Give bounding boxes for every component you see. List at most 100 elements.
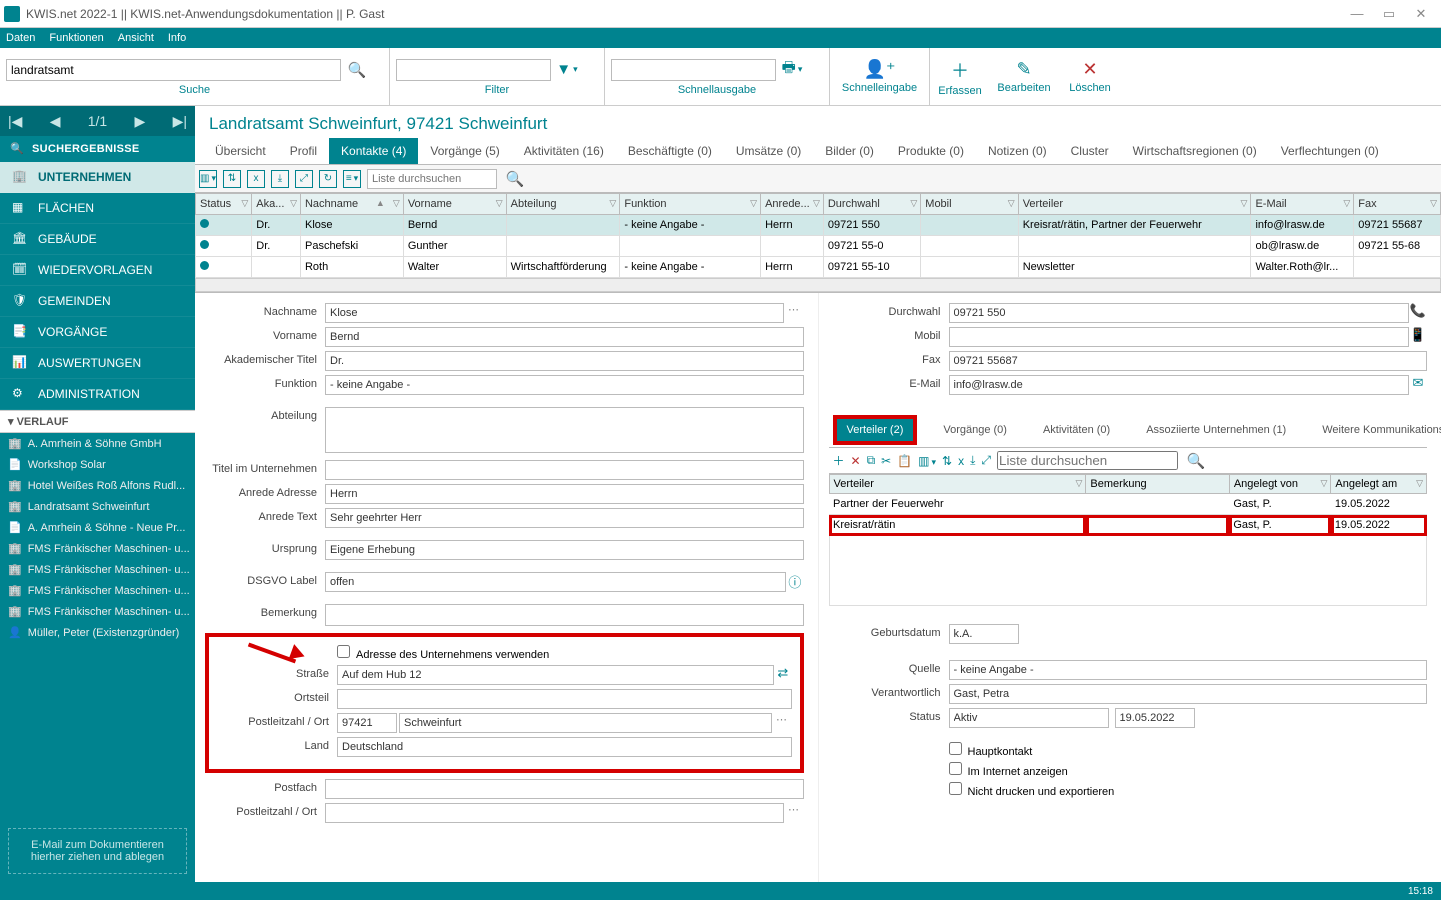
col-aka[interactable]: Aka...▽ — [252, 194, 301, 215]
tool-icon[interactable]: ⇅ — [942, 454, 952, 468]
sidebar-item-auswertungen[interactable]: 📊AUSWERTUNGEN — [0, 348, 195, 379]
list-search-input[interactable] — [367, 169, 497, 189]
pager-first[interactable]: |◀ — [8, 113, 22, 130]
history-item[interactable]: 🏢FMS Fränkischer Maschinen- u... — [0, 580, 195, 601]
durchwahl-input[interactable] — [949, 303, 1410, 323]
menu-info[interactable]: Info — [168, 32, 186, 44]
export-xls-icon[interactable]: x — [958, 454, 964, 468]
sidebar-item-gebaeude[interactable]: 🏛GEBÄUDE — [0, 224, 195, 255]
sidebar-item-gemeinden[interactable]: 🛡GEMEINDEN — [0, 286, 195, 317]
col-vorname[interactable]: Vorname▽ — [403, 194, 506, 215]
history-item[interactable]: 🏢FMS Fränkischer Maschinen- u... — [0, 559, 195, 580]
sidebar-item-vorgaenge[interactable]: 📑VORGÄNGE — [0, 317, 195, 348]
minimize-button[interactable]: — — [1341, 0, 1373, 28]
phone-icon[interactable]: 📱 — [1409, 327, 1427, 343]
subtab-verteiler[interactable]: Verteiler (2) — [837, 419, 914, 441]
noprint-checkbox[interactable] — [949, 782, 962, 795]
col-status[interactable]: Status▽ — [196, 194, 252, 215]
cut-icon[interactable]: ✂ — [881, 454, 891, 468]
subtab-vorgaenge[interactable]: Vorgänge (0) — [933, 419, 1017, 441]
status-input[interactable] — [949, 708, 1109, 728]
search-icon[interactable]: 🔍 — [345, 58, 369, 82]
menu-funktionen[interactable]: Funktionen — [49, 32, 103, 44]
menu-daten[interactable]: Daten — [6, 32, 35, 44]
tab-verflechtungen[interactable]: Verflechtungen (0) — [1269, 138, 1391, 164]
export-icon[interactable]: ⤓ — [970, 453, 975, 468]
postfach-input[interactable] — [325, 779, 804, 799]
internet-checkbox[interactable] — [949, 762, 962, 775]
col-bemerkung[interactable]: Bemerkung — [1086, 475, 1229, 494]
edit-icon[interactable]: ✎ — [1007, 59, 1041, 80]
more-icon[interactable]: ⋯ — [784, 303, 804, 316]
table-row[interactable]: Dr.PaschefskiGunther 09721 55-0ob@lrasw.… — [196, 236, 1441, 257]
tab-notizen[interactable]: Notizen (0) — [976, 138, 1059, 164]
ort-input[interactable] — [399, 713, 772, 733]
aka-input[interactable] — [325, 351, 804, 371]
delete-icon[interactable]: ✕ — [1073, 59, 1107, 80]
email-drop-zone[interactable]: E-Mail zum Dokumentieren hierher ziehen … — [8, 828, 187, 874]
history-item[interactable]: 👤Müller, Peter (Existenzgründer) — [0, 622, 195, 643]
col-nachname[interactable]: Nachname▲▽ — [300, 194, 403, 215]
history-item[interactable]: 🏢FMS Fränkischer Maschinen- u... — [0, 538, 195, 559]
verteiler-row-highlighted[interactable]: Kreisrat/rätinGast, P.19.05.2022 — [829, 515, 1427, 536]
col-mobil[interactable]: Mobil▽ — [921, 194, 1018, 215]
hauptkontakt-checkbox[interactable] — [949, 742, 962, 755]
history-item[interactable]: 📄A. Amrhein & Söhne - Neue Pr... — [0, 517, 195, 538]
pager-next[interactable]: ▶ — [135, 113, 146, 130]
col-verteiler[interactable]: Verteiler▽ — [829, 475, 1086, 494]
table-row[interactable]: Dr.KloseBernd- keine Angabe - Herrn09721… — [196, 215, 1441, 236]
expand-icon[interactable]: ⤢ — [295, 170, 313, 188]
sidebar-item-flaechen[interactable]: ▦FLÄCHEN — [0, 193, 195, 224]
columns-button[interactable]: ▥ — [199, 170, 217, 188]
strasse-input[interactable] — [337, 665, 774, 685]
history-item[interactable]: 📄Workshop Solar — [0, 454, 195, 475]
tab-wirtschaftsregionen[interactable]: Wirtschaftsregionen (0) — [1121, 138, 1269, 164]
list-menu-icon[interactable]: ≡ — [343, 170, 361, 188]
pager-last[interactable]: ▶| — [173, 113, 187, 130]
email-input[interactable] — [949, 375, 1410, 395]
history-item[interactable]: 🏢FMS Fränkischer Maschinen- u... — [0, 601, 195, 622]
col-fax[interactable]: Fax▽ — [1354, 194, 1441, 215]
ursprung-input[interactable] — [325, 540, 804, 560]
print-icon[interactable]: 🖶 — [780, 58, 804, 82]
tab-kontakte[interactable]: Kontakte (4) — [329, 138, 418, 164]
phone-icon[interactable]: 📞 — [1409, 303, 1427, 319]
pager-prev[interactable]: ◀ — [50, 113, 61, 130]
sidebar-item-wiedervorlagen[interactable]: 🗓WIEDERVORLAGEN — [0, 255, 195, 286]
search-icon[interactable]: 🔍 — [1184, 449, 1208, 473]
status-date-input[interactable] — [1115, 708, 1195, 728]
col-anrede[interactable]: Anrede...▽ — [761, 194, 824, 215]
history-item[interactable]: 🏢Landratsamt Schweinfurt — [0, 496, 195, 517]
refresh-icon[interactable]: ↻ — [319, 170, 337, 188]
col-verteiler[interactable]: Verteiler▽ — [1018, 194, 1251, 215]
col-funktion[interactable]: Funktion▽ — [620, 194, 761, 215]
quickout-input[interactable] — [611, 59, 776, 81]
geburtsdatum-input[interactable] — [949, 624, 1019, 644]
filter-input[interactable] — [396, 59, 551, 81]
sub-search-input[interactable] — [997, 451, 1178, 470]
tab-cluster[interactable]: Cluster — [1059, 138, 1121, 164]
columns-button[interactable]: ▥ — [918, 454, 936, 468]
col-abteilung[interactable]: Abteilung▽ — [506, 194, 620, 215]
tab-umsaetze[interactable]: Umsätze (0) — [724, 138, 813, 164]
nachname-input[interactable] — [325, 303, 784, 323]
anrede-adr-input[interactable] — [325, 484, 804, 504]
titel-input[interactable] — [325, 460, 804, 480]
col-angelegt-am[interactable]: Angelegt am▽ — [1331, 475, 1427, 494]
history-item[interactable]: 🏢A. Amrhein & Söhne GmbH — [0, 433, 195, 454]
map-icon[interactable]: ⇄ — [774, 665, 791, 685]
more-icon[interactable]: ⋯ — [784, 803, 804, 816]
dsgvo-input[interactable] — [325, 572, 786, 592]
tab-aktivitaeten[interactable]: Aktivitäten (16) — [512, 138, 616, 164]
remove-icon[interactable]: ✕ — [851, 454, 861, 468]
subtab-aktivitaeten[interactable]: Aktivitäten (0) — [1033, 419, 1120, 441]
search-icon[interactable]: 🔍 — [503, 167, 527, 191]
abteilung-input[interactable] — [325, 407, 804, 453]
land-input[interactable] — [337, 737, 792, 757]
add-icon[interactable]: ＋ — [833, 452, 845, 469]
subtab-assoziierte[interactable]: Assoziierte Unternehmen (1) — [1136, 419, 1296, 441]
sidebar-item-unternehmen[interactable]: 🏢UNTERNEHMEN — [0, 162, 195, 193]
table-row[interactable]: RothWalterWirtschaftförderung- keine Ang… — [196, 257, 1441, 278]
tab-vorgaenge[interactable]: Vorgänge (5) — [418, 138, 511, 164]
tab-bilder[interactable]: Bilder (0) — [813, 138, 886, 164]
